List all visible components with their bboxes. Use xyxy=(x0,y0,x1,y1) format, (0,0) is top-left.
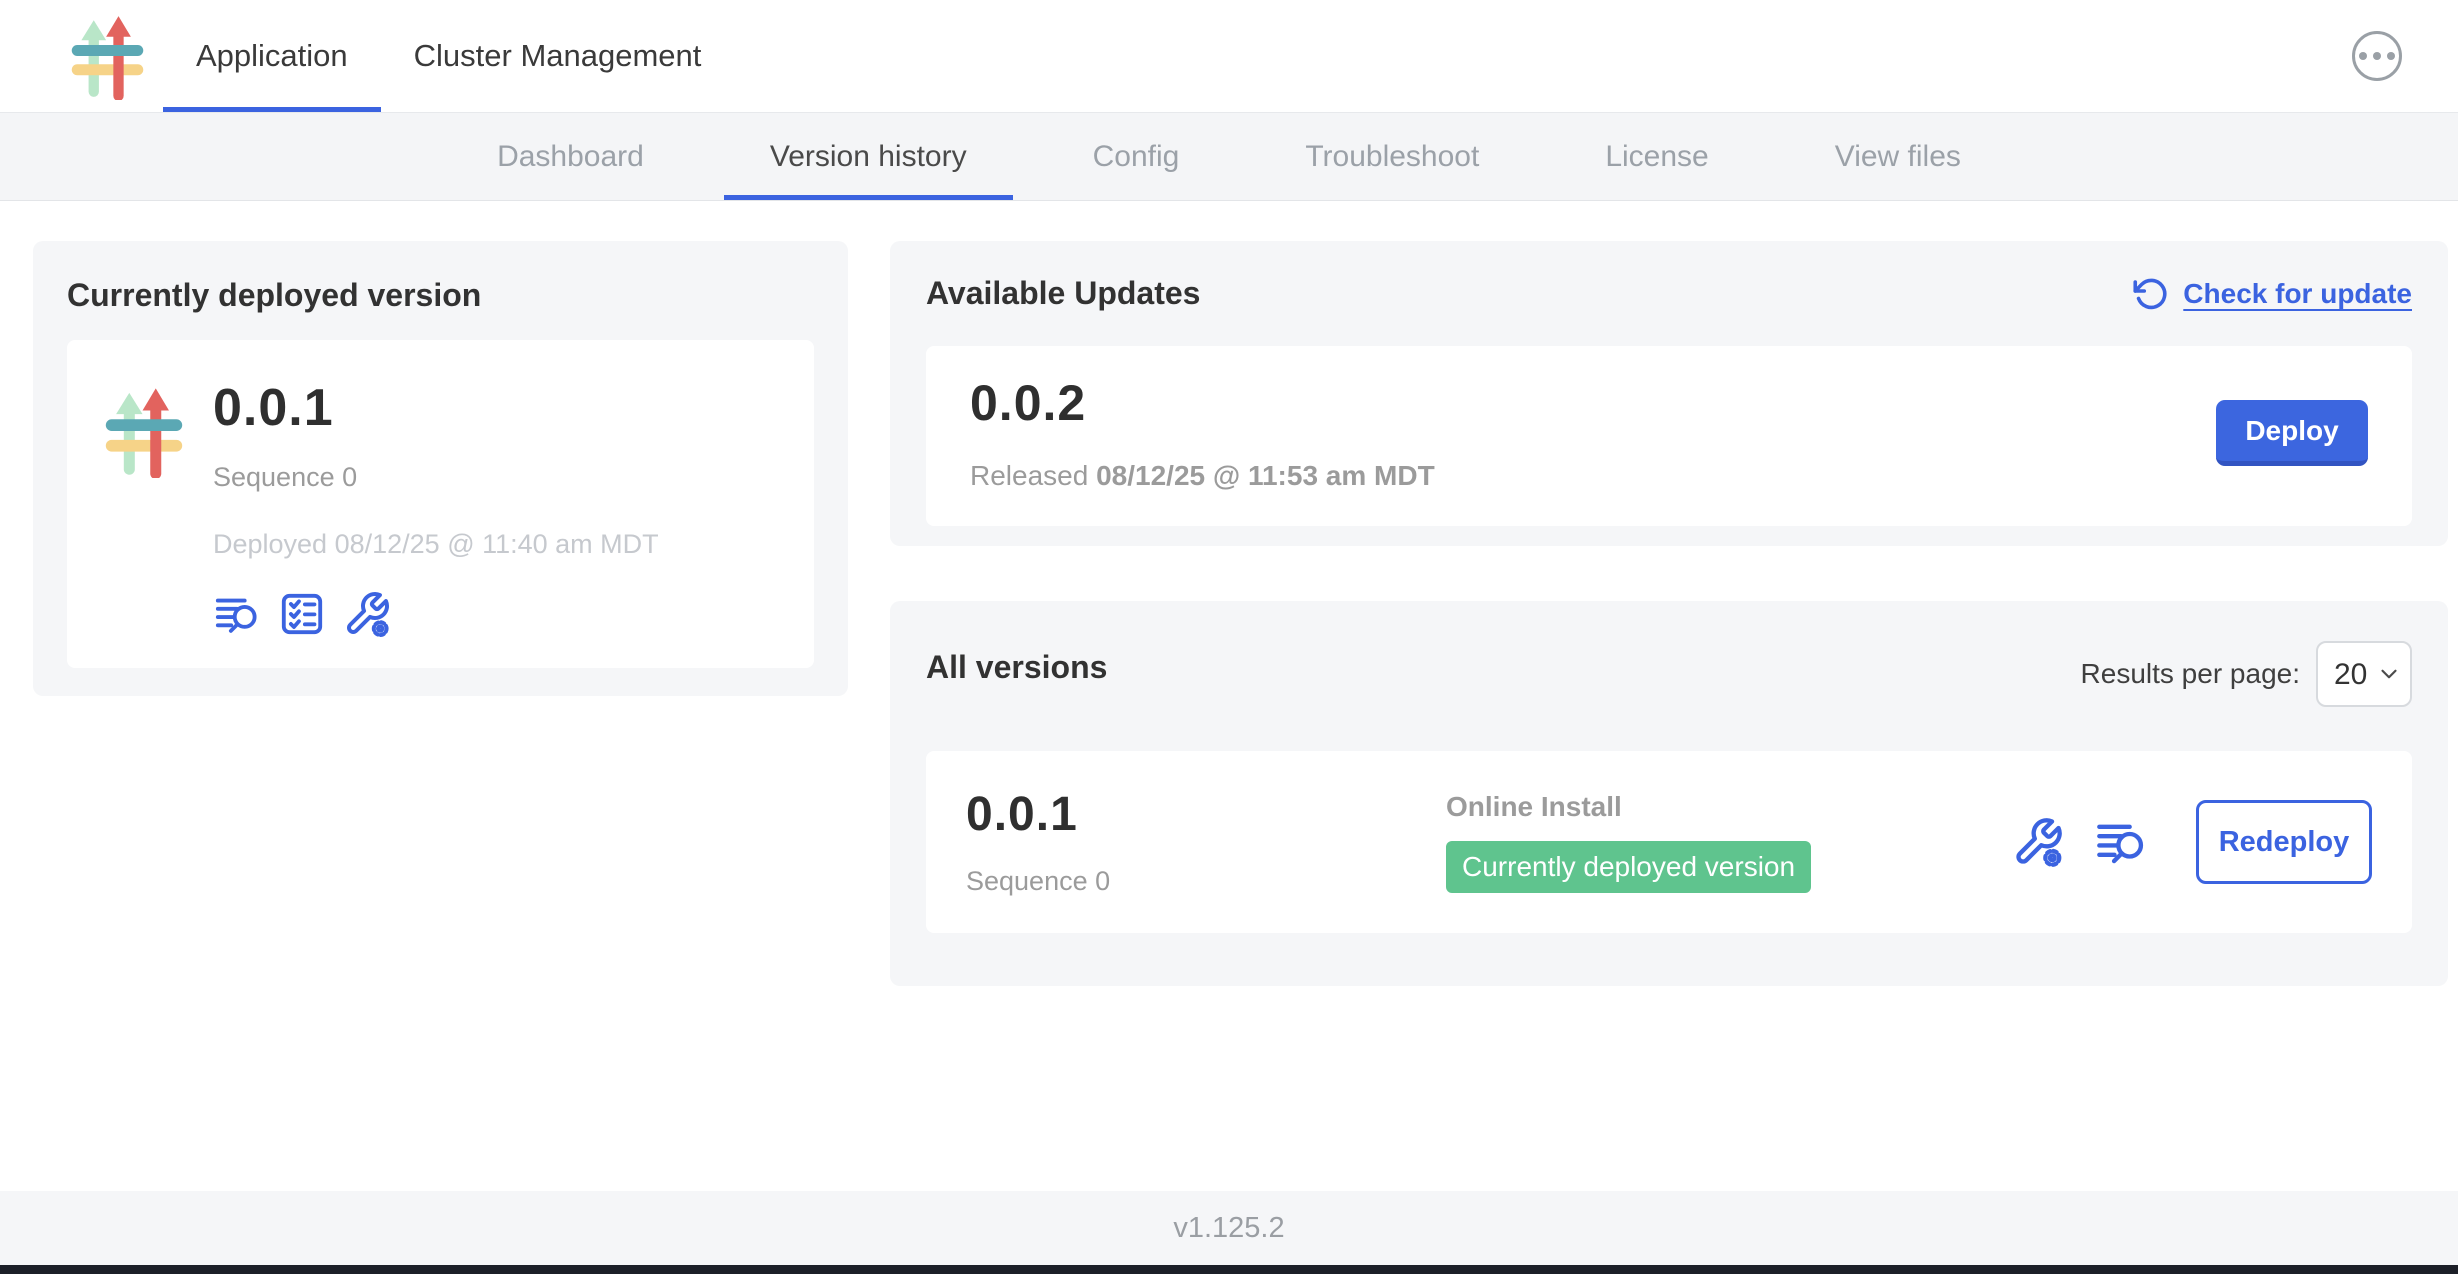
app-subnav: Dashboard Version history Config Trouble… xyxy=(0,113,2458,201)
header-tab-label: Application xyxy=(196,38,348,74)
right-column: Available Updates Check for update 0.0.2… xyxy=(890,241,2448,1191)
deployed-version-details: 0.0.1 Sequence 0 Deployed 08/12/25 @ 11:… xyxy=(213,366,659,638)
check-for-update-label: Check for update xyxy=(2183,278,2412,310)
available-update-row: 0.0.2 Released 08/12/25 @ 11:53 am MDT D… xyxy=(926,346,2412,526)
deployed-sequence: Sequence 0 xyxy=(213,462,659,493)
row-version-number: 0.0.1 xyxy=(966,787,1446,842)
header-tab-application[interactable]: Application xyxy=(163,0,381,112)
dot xyxy=(2373,52,2381,60)
update-details: 0.0.2 Released 08/12/25 @ 11:53 am MDT xyxy=(970,374,1435,492)
row-sequence: Sequence 0 xyxy=(966,866,1446,897)
released-label: Released xyxy=(970,460,1088,491)
currently-deployed-title: Currently deployed version xyxy=(67,277,814,314)
subnav-tab-label: Troubleshoot xyxy=(1305,140,1479,174)
released-timestamp: Released 08/12/25 @ 11:53 am MDT xyxy=(970,460,1435,492)
version-row-version: 0.0.1 Sequence 0 xyxy=(966,787,1446,897)
results-per-page: Results per page: 20 xyxy=(2081,641,2412,707)
check-for-update-link[interactable]: Check for update xyxy=(2133,276,2412,312)
preflight-checks-icon[interactable] xyxy=(279,591,325,637)
app-logo-arrows-icon xyxy=(97,384,191,478)
header-tabs: Application Cluster Management xyxy=(163,0,734,112)
version-row-status: Online Install Currently deployed versio… xyxy=(1446,791,2012,893)
config-icon[interactable] xyxy=(343,590,391,638)
deploy-button[interactable]: Deploy xyxy=(2216,400,2368,466)
deployed-version-number: 0.0.1 xyxy=(213,378,659,438)
all-versions-title: All versions xyxy=(926,649,1107,686)
results-per-page-select[interactable]: 20 xyxy=(2316,641,2412,707)
results-per-page-label: Results per page: xyxy=(2081,658,2300,690)
console-version: v1.125.2 xyxy=(1173,1212,1284,1245)
subnav-tab-label: Dashboard xyxy=(497,140,644,174)
deployed-timestamp: Deployed 08/12/25 @ 11:40 am MDT xyxy=(213,529,659,560)
bottom-window-edge xyxy=(0,1265,2458,1274)
currently-deployed-card: Currently deployed version 0.0.1 Sequenc… xyxy=(33,241,848,696)
subnav-tab-label: License xyxy=(1605,140,1708,174)
subnav-tab-view-files[interactable]: View files xyxy=(1805,113,1991,200)
deployed-time: 08/12/25 @ 11:40 am MDT xyxy=(335,529,659,559)
main-content: Currently deployed version 0.0.1 Sequenc… xyxy=(0,201,2458,1191)
subnav-tab-troubleshoot[interactable]: Troubleshoot xyxy=(1275,113,1509,200)
footer: v1.125.2 xyxy=(0,1191,2458,1265)
subnav-tab-config[interactable]: Config xyxy=(1063,113,1210,200)
version-row: 0.0.1 Sequence 0 Online Install Currentl… xyxy=(926,751,2412,933)
currently-deployed-version-panel: 0.0.1 Sequence 0 Deployed 08/12/25 @ 11:… xyxy=(67,340,814,668)
subnav-tab-label: View files xyxy=(1835,140,1961,174)
available-updates-card: Available Updates Check for update 0.0.2… xyxy=(890,241,2448,546)
subnav-tab-dashboard[interactable]: Dashboard xyxy=(467,113,674,200)
top-header: Application Cluster Management xyxy=(0,0,2458,113)
subnav-tab-label: Version history xyxy=(770,140,967,174)
available-updates-title: Available Updates xyxy=(926,275,1200,312)
refresh-icon xyxy=(2133,276,2169,312)
version-row-actions: Redeploy xyxy=(2012,800,2372,884)
install-type-label: Online Install xyxy=(1446,791,2012,823)
deployed-actions xyxy=(213,590,659,638)
ellipsis-circle-icon[interactable] xyxy=(2352,31,2402,81)
all-versions-card: All versions Results per page: 20 0. xyxy=(890,601,2448,986)
currently-deployed-badge: Currently deployed version xyxy=(1446,841,1811,893)
release-notes-icon[interactable] xyxy=(213,591,261,637)
released-time: 08/12/25 @ 11:53 am MDT xyxy=(1096,460,1435,491)
redeploy-button[interactable]: Redeploy xyxy=(2196,800,2372,884)
dot xyxy=(2387,52,2395,60)
dot xyxy=(2359,52,2367,60)
subnav-tab-version-history[interactable]: Version history xyxy=(740,113,997,200)
release-notes-icon[interactable] xyxy=(2094,816,2148,868)
header-tab-cluster-management[interactable]: Cluster Management xyxy=(381,0,735,112)
app-logo-arrows-icon xyxy=(60,12,155,100)
header-tab-label: Cluster Management xyxy=(414,38,702,74)
update-version-number: 0.0.2 xyxy=(970,374,1435,432)
deployed-label: Deployed xyxy=(213,529,327,559)
subnav-tab-label: Config xyxy=(1093,140,1180,174)
config-icon[interactable] xyxy=(2012,816,2064,868)
subnav-tab-license[interactable]: License xyxy=(1575,113,1738,200)
